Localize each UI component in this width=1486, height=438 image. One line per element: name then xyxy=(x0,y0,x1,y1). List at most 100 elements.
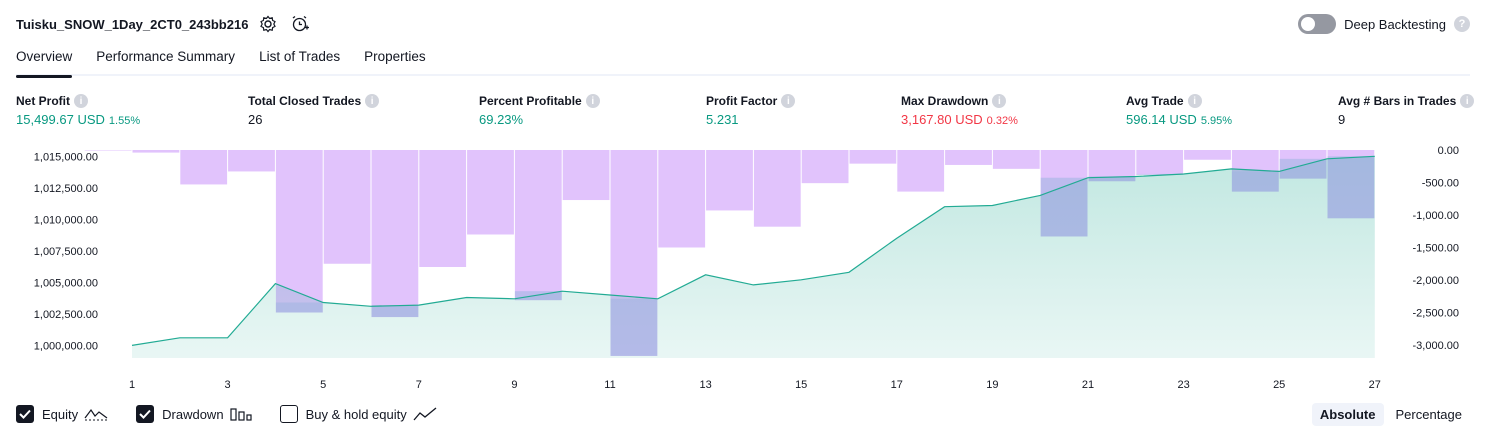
x-tick-label: 23 xyxy=(1177,379,1189,391)
checkbox-buy-hold[interactable] xyxy=(279,405,298,423)
metric-percent: 5.95% xyxy=(1200,115,1233,127)
metric-label: Avg # Bars in Trades xyxy=(1338,94,1457,108)
drawdown-bar xyxy=(658,150,706,248)
metric-percent: 1.55% xyxy=(108,115,141,127)
left-axis: 1,015,000.00 1,012,500.00 1,010,000.00 1,00… xyxy=(34,151,98,352)
deep-backtesting-toggle[interactable] xyxy=(1298,14,1337,34)
legend-equity[interactable]: Equity xyxy=(16,405,108,423)
x-tick-label: 7 xyxy=(416,379,422,391)
checkbox-drawdown[interactable] xyxy=(136,405,155,423)
tab-performance-summary[interactable]: Performance Summary xyxy=(96,44,235,76)
drawdown-bars-icon xyxy=(229,406,252,422)
metric-value: 9 xyxy=(1338,112,1346,127)
drawdown-bar-overlap xyxy=(275,302,323,313)
metric-max-drawdown: Max Drawdown i 3,167.80 USD 0.32% xyxy=(901,94,1018,127)
metric-label: Profit Factor xyxy=(706,94,778,108)
metric-total-closed-trades: Total Closed Trades i 26 xyxy=(248,94,380,127)
info-icon[interactable]: i xyxy=(74,94,88,108)
drawdown-bar xyxy=(992,150,1040,169)
metric-avg-bars-in-trades: Avg # Bars in Trades i 9 xyxy=(1338,94,1475,127)
left-tick-label: 1,010,000.00 xyxy=(34,214,98,226)
info-icon[interactable]: i xyxy=(1460,94,1475,108)
info-icon[interactable]: i xyxy=(585,94,600,108)
help-icon[interactable]: ? xyxy=(1454,16,1470,32)
legend-buy-hold[interactable]: Buy & hold equity xyxy=(279,405,437,423)
drawdown-bar-overlap xyxy=(1279,158,1327,179)
drawdown-bar xyxy=(180,150,228,185)
left-tick-label: 1,007,500.00 xyxy=(34,246,98,258)
checkbox-equity[interactable] xyxy=(16,405,34,423)
info-icon[interactable]: i xyxy=(781,94,796,108)
right-tick-label: -1,500.00 xyxy=(1413,243,1459,255)
info-icon[interactable]: i xyxy=(1187,94,1202,108)
x-tick-label: 9 xyxy=(511,379,517,391)
drawdown-bar xyxy=(1136,150,1184,175)
metrics-row: Net Profit i 15,499.67 USD 1.55% Total Clo… xyxy=(16,94,1475,130)
percentage-button[interactable]: Percentage xyxy=(1388,403,1471,426)
info-icon[interactable]: i xyxy=(365,94,380,108)
tab-list-of-trades[interactable]: List of Trades xyxy=(259,44,340,76)
settings-icon[interactable] xyxy=(256,12,280,36)
drawdown-bar xyxy=(228,150,275,172)
drawdown-bar xyxy=(753,150,801,227)
x-tick-label: 15 xyxy=(795,379,807,391)
metric-label: Max Drawdown xyxy=(901,94,989,108)
drawdown-bar xyxy=(371,150,419,318)
drawdown-bar xyxy=(562,150,610,201)
drawdown-bar xyxy=(801,150,849,184)
tab-properties[interactable]: Properties xyxy=(364,44,426,76)
x-tick-label: 1 xyxy=(129,379,135,391)
legend-label: Equity xyxy=(42,406,79,422)
metric-avg-trade: Avg Trade i 596.14 USD 5.95% xyxy=(1126,94,1232,127)
legend-label: Drawdown xyxy=(162,406,224,422)
drawdown-bar xyxy=(1184,150,1231,160)
metric-value: 26 xyxy=(248,112,263,127)
x-tick-label: 19 xyxy=(986,379,998,391)
drawdown-bar xyxy=(467,150,514,235)
legend-label: Buy & hold equity xyxy=(305,406,407,422)
metric-value: 5.231 xyxy=(706,112,739,127)
right-tick-label: -500.00 xyxy=(1422,178,1459,190)
drawdown-bar xyxy=(945,150,992,165)
report-header: Tuisku_SNOW_1Day_2CT0_243bb216 Deep Back… xyxy=(16,12,1470,36)
left-tick-label: 1,005,000.00 xyxy=(34,277,98,289)
metric-value: 3,167.80 USD xyxy=(901,112,983,127)
drawdown-bar xyxy=(419,150,467,267)
info-icon[interactable]: i xyxy=(992,94,1007,108)
left-tick-label: 1,000,000.00 xyxy=(34,340,98,352)
right-tick-label: -1,000.00 xyxy=(1413,210,1459,222)
x-tick-label: 5 xyxy=(320,379,326,391)
legend-drawdown[interactable]: Drawdown xyxy=(136,405,252,423)
x-tick-label: 25 xyxy=(1273,379,1285,391)
drawdown-bar xyxy=(849,150,897,164)
drawdown-bar xyxy=(132,150,180,153)
alert-add-icon[interactable] xyxy=(288,12,312,36)
drawdown-bar-overlap xyxy=(371,305,419,318)
scale-toggle: Absolute Percentage xyxy=(1311,402,1471,426)
metric-percent-profitable: Percent Profitable i 69.23% xyxy=(479,94,600,127)
metric-value: 69.23% xyxy=(479,112,524,127)
chart-legend: Equity Drawdown Buy & hold equity Absolu… xyxy=(16,402,1470,426)
right-tick-label: -3,000.00 xyxy=(1413,340,1459,352)
deep-backtesting-label: Deep Backtesting xyxy=(1344,16,1446,32)
tab-overview[interactable]: Overview xyxy=(16,44,73,78)
x-tick-label: 13 xyxy=(699,379,711,391)
equity-drawdown-chart: 1,015,000.00 1,012,500.00 1,010,000.00 1,00… xyxy=(34,145,1459,391)
x-axis: 1 3 5 7 9 11 13 15 17 19 21 23 25 27 xyxy=(129,379,1381,391)
report-tabs: Overview Performance Summary List of Tra… xyxy=(16,44,1470,78)
metric-label: Avg Trade xyxy=(1126,94,1184,108)
drawdown-bar xyxy=(514,150,562,301)
metric-percent: 0.32% xyxy=(986,115,1018,127)
drawdown-bar-overlap xyxy=(1327,156,1375,219)
strategy-name: Tuisku_SNOW_1Day_2CT0_243bb216 xyxy=(16,16,249,32)
right-axis: 0.00 -500.00 -1,000.00 -1,500.00 -2,000.00 -2… xyxy=(1413,145,1459,352)
right-tick-label: 0.00 xyxy=(1438,145,1459,157)
x-tick-label: 11 xyxy=(604,379,615,391)
metric-value: 596.14 USD xyxy=(1126,112,1197,127)
absolute-button[interactable]: Absolute xyxy=(1311,402,1384,426)
x-tick-label: 27 xyxy=(1369,379,1381,391)
right-tick-label: -2,500.00 xyxy=(1413,308,1459,320)
left-tick-label: 1,002,500.00 xyxy=(34,309,98,321)
x-tick-label: 3 xyxy=(225,379,231,391)
drawdown-bar-overlap xyxy=(610,298,658,356)
